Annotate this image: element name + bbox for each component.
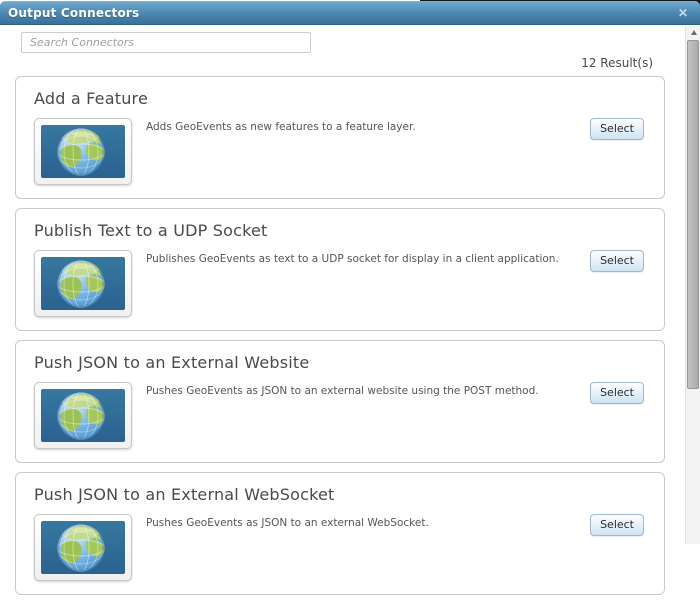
close-icon: ✕ xyxy=(677,6,688,20)
select-button[interactable]: Select xyxy=(590,250,644,272)
connector-card: Push JSON to an External WebSocket Pushe… xyxy=(15,472,665,595)
select-button[interactable]: Select xyxy=(590,382,644,404)
dialog-content: 12 Result(s) Add a Feature Adds GeoEvent… xyxy=(0,26,685,604)
dialog-titlebar: Output Connectors ✕ xyxy=(0,1,700,25)
globe-thumbnail xyxy=(34,250,132,317)
globe-thumbnail xyxy=(34,118,132,185)
globe-icon xyxy=(41,389,125,442)
connector-card: Push JSON to an External Website Pushes … xyxy=(15,340,665,463)
globe-thumbnail xyxy=(34,514,132,581)
connector-card-body: Pushes GeoEvents as JSON to an external … xyxy=(34,514,644,581)
scrollbar-thumb[interactable] xyxy=(687,40,699,389)
connector-card-body: Pushes GeoEvents as JSON to an external … xyxy=(34,382,644,449)
scroll-up-icon xyxy=(690,30,697,35)
connector-description: Pushes GeoEvents as JSON to an external … xyxy=(146,517,429,529)
connector-title: Add a Feature xyxy=(34,89,149,108)
connector-card: Add a Feature Adds GeoEvents as new feat… xyxy=(15,76,665,199)
connector-card-body: Publishes GeoEvents as text to a UDP soc… xyxy=(34,250,644,317)
connector-card: Publish Text to a UDP Socket Publishes G… xyxy=(15,208,665,331)
results-count: 12 Result(s) xyxy=(581,56,653,70)
connector-description: Publishes GeoEvents as text to a UDP soc… xyxy=(146,253,559,265)
connector-card-body: Adds GeoEvents as new features to a feat… xyxy=(34,118,644,185)
select-button[interactable]: Select xyxy=(590,514,644,536)
globe-thumbnail xyxy=(34,382,132,449)
scrollbar[interactable] xyxy=(685,26,700,544)
globe-icon xyxy=(41,521,125,574)
globe-icon xyxy=(41,257,125,310)
search-input[interactable] xyxy=(21,32,311,53)
connector-description: Pushes GeoEvents as JSON to an external … xyxy=(146,385,539,397)
dialog-title: Output Connectors xyxy=(8,6,140,20)
connector-list: Add a Feature Adds GeoEvents as new feat… xyxy=(15,76,665,595)
connector-title: Push JSON to an External WebSocket xyxy=(34,485,335,504)
globe-icon xyxy=(41,125,125,178)
select-button[interactable]: Select xyxy=(590,118,644,140)
connector-title: Publish Text to a UDP Socket xyxy=(34,221,268,240)
connector-description: Adds GeoEvents as new features to a feat… xyxy=(146,121,416,133)
close-button[interactable]: ✕ xyxy=(676,5,690,21)
connector-title: Push JSON to an External Website xyxy=(34,353,310,372)
scroll-up-button[interactable] xyxy=(686,26,700,39)
